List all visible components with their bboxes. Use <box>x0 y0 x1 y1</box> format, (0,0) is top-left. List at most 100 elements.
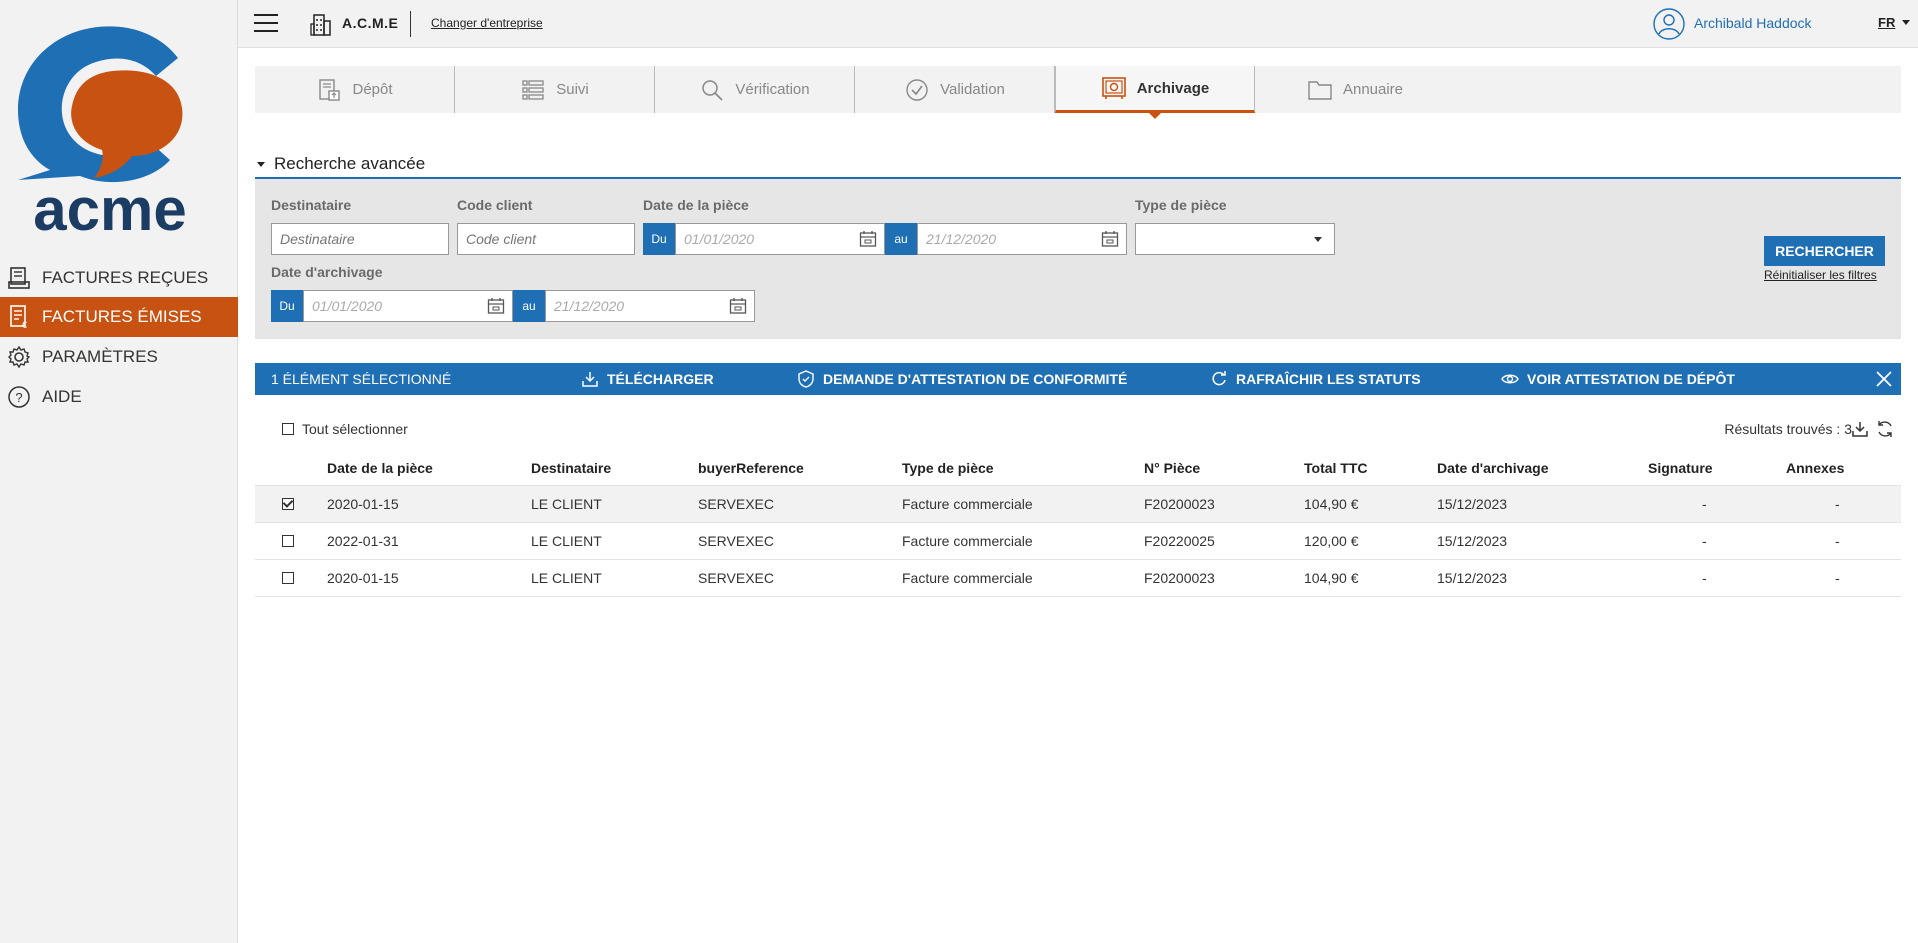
select-all-checkbox[interactable] <box>282 423 294 435</box>
view-attestation-button[interactable]: VOIR ATTESTATION DE DÉPÔT <box>1501 363 1735 395</box>
top-bar: A.C.M.E Changer d'entreprise Archibald H… <box>238 0 1918 48</box>
user-name[interactable]: Archibald Haddock <box>1694 15 1812 31</box>
code-client-label: Code client <box>457 197 533 213</box>
table-row[interactable]: 2022-01-31 LE CLIENT SERVEXEC Facture co… <box>255 522 1901 560</box>
tab-label: Archivage <box>1136 79 1210 97</box>
cell-numero-piece: F20220025 <box>1144 533 1215 549</box>
cell-date-archivage: 15/12/2023 <box>1437 496 1508 512</box>
selection-action-bar: 1 ÉLÉMENT SÉLECTIONNÉ TÉLÉCHARGER DEMAND… <box>255 363 1901 395</box>
refresh-icon <box>1210 370 1228 388</box>
sidebar-item-label: FACTURES REÇUES <box>42 268 209 287</box>
selected-count: 1 ÉLÉMENT SÉLECTIONNÉ <box>271 371 452 387</box>
invoice-issued-icon: € <box>6 304 32 330</box>
search-button[interactable]: RECHERCHER <box>1764 236 1885 266</box>
column-header[interactable]: Date d'archivage <box>1437 450 1549 486</box>
tab-label: Annuaire <box>1342 81 1404 98</box>
list-icon <box>520 78 546 102</box>
export-download-icon[interactable] <box>1851 420 1869 438</box>
date-archivage-label: Date d'archivage <box>271 264 383 280</box>
column-header[interactable]: Date de la pièce <box>327 450 433 486</box>
advanced-search-title: Recherche avancée <box>274 154 426 173</box>
cell-total-ttc: 104,90 € <box>1304 570 1359 586</box>
column-header[interactable]: N° Pièce <box>1144 450 1200 486</box>
search-icon <box>699 78 725 102</box>
tab-archivage[interactable]: Archivage <box>1055 66 1255 119</box>
sidebar-item-factures-emises[interactable]: € FACTURES ÉMISES <box>0 297 238 337</box>
sidebar-item-factures-recues[interactable]: FACTURES REÇUES <box>0 258 238 298</box>
download-button[interactable]: TÉLÉCHARGER <box>581 363 714 395</box>
tab-depot[interactable]: Dépôt <box>255 66 455 113</box>
advanced-search-toggle[interactable]: Recherche avancée <box>255 154 425 174</box>
date-value: 21/12/2020 <box>926 231 997 247</box>
building-icon <box>310 12 332 36</box>
calendar-icon[interactable] <box>487 297 505 315</box>
date-archivage-to-input[interactable]: 21/12/2020 <box>545 290 755 322</box>
results-count: Résultats trouvés : 3 <box>1724 421 1852 437</box>
tab-verification[interactable]: Vérification <box>655 66 855 113</box>
chevron-down-icon[interactable] <box>1902 20 1910 25</box>
column-header[interactable]: Type de pièce <box>902 450 994 486</box>
cell-annexes: - <box>1835 496 1840 512</box>
cell-destinataire: LE CLIENT <box>531 570 602 586</box>
destinataire-label: Destinataire <box>271 197 352 213</box>
row-checkbox[interactable] <box>282 498 294 510</box>
select-all-label: Tout sélectionner <box>302 421 408 437</box>
row-checkbox[interactable] <box>282 572 294 584</box>
cell-date-piece: 2020-01-15 <box>327 496 399 512</box>
date-archivage-from-input[interactable]: 01/01/2020 <box>303 290 513 322</box>
cell-buyer-reference: SERVEXEC <box>698 496 774 512</box>
module-tabs: Dépôt Suivi Vérification Validation Arch… <box>255 66 1901 119</box>
tab-label: Vérification <box>735 81 810 98</box>
language-selector[interactable]: FR <box>1878 15 1895 30</box>
column-header[interactable]: Signature <box>1648 450 1713 486</box>
row-checkbox[interactable] <box>282 535 294 547</box>
results-count-label: Résultats trouvés : 3 <box>1724 421 1852 437</box>
cell-total-ttc: 120,00 € <box>1304 533 1359 549</box>
hamburger-menu-icon[interactable] <box>254 14 278 34</box>
sidebar-item-label: PARAMÈTRES <box>42 347 158 366</box>
column-header[interactable]: Total TTC <box>1304 450 1368 486</box>
tab-suivi[interactable]: Suivi <box>455 66 655 113</box>
view-attestation-label: VOIR ATTESTATION DE DÉPÔT <box>1527 371 1735 387</box>
table-row[interactable]: 2020-01-15 LE CLIENT SERVEXEC Facture co… <box>255 485 1901 523</box>
date-piece-to-input[interactable]: 21/12/2020 <box>917 223 1127 255</box>
svg-text:?: ? <box>15 390 22 405</box>
logo-text: acme <box>33 176 186 240</box>
calendar-icon[interactable] <box>729 297 747 315</box>
type-piece-label: Type de pièce <box>1135 197 1227 213</box>
table-row[interactable]: 2020-01-15 LE CLIENT SERVEXEC Facture co… <box>255 559 1901 597</box>
sidebar-item-parametres[interactable]: PARAMÈTRES <box>0 337 238 377</box>
cell-total-ttc: 104,90 € <box>1304 496 1359 512</box>
caret-down-icon <box>1314 237 1322 242</box>
date-to-prefix: au <box>885 223 917 255</box>
refresh-icon[interactable] <box>1876 420 1894 438</box>
attestation-request-button[interactable]: DEMANDE D'ATTESTATION DE CONFORMITÉ <box>797 363 1127 395</box>
date-value: 01/01/2020 <box>684 231 755 247</box>
user-avatar-icon[interactable] <box>1653 8 1685 40</box>
calendar-icon[interactable] <box>1101 230 1119 248</box>
check-circle-icon <box>904 78 930 102</box>
column-header[interactable]: Annexes <box>1786 450 1844 486</box>
date-piece-from-input[interactable]: 01/01/2020 <box>675 223 885 255</box>
date-from-prefix: Du <box>643 223 675 255</box>
type-piece-select[interactable] <box>1135 223 1335 255</box>
sidebar-item-aide[interactable]: ? AIDE <box>0 377 238 417</box>
cell-signature: - <box>1702 533 1707 549</box>
tab-annuaire[interactable]: Annuaire <box>1255 66 1455 113</box>
column-header[interactable]: buyerReference <box>698 450 804 486</box>
code-client-input[interactable] <box>457 223 635 255</box>
change-company-link[interactable]: Changer d'entreprise <box>431 16 543 30</box>
refresh-status-label: RAFRAÎCHIR LES STATUTS <box>1236 371 1421 387</box>
refresh-status-button[interactable]: RAFRAÎCHIR LES STATUTS <box>1210 363 1421 395</box>
caret-down-icon <box>257 161 265 167</box>
acme-logo[interactable]: acme <box>10 20 210 243</box>
destinataire-input[interactable] <box>271 223 449 255</box>
cell-type-piece: Facture commerciale <box>902 533 1033 549</box>
tab-validation[interactable]: Validation <box>855 66 1055 113</box>
close-icon[interactable] <box>1875 370 1893 388</box>
select-all[interactable]: Tout sélectionner <box>282 421 408 437</box>
reset-filters-link[interactable]: Réinitialiser les filtres <box>1764 268 1877 282</box>
sidebar-item-label: AIDE <box>42 387 82 406</box>
calendar-icon[interactable] <box>859 230 877 248</box>
column-header[interactable]: Destinataire <box>531 450 611 486</box>
